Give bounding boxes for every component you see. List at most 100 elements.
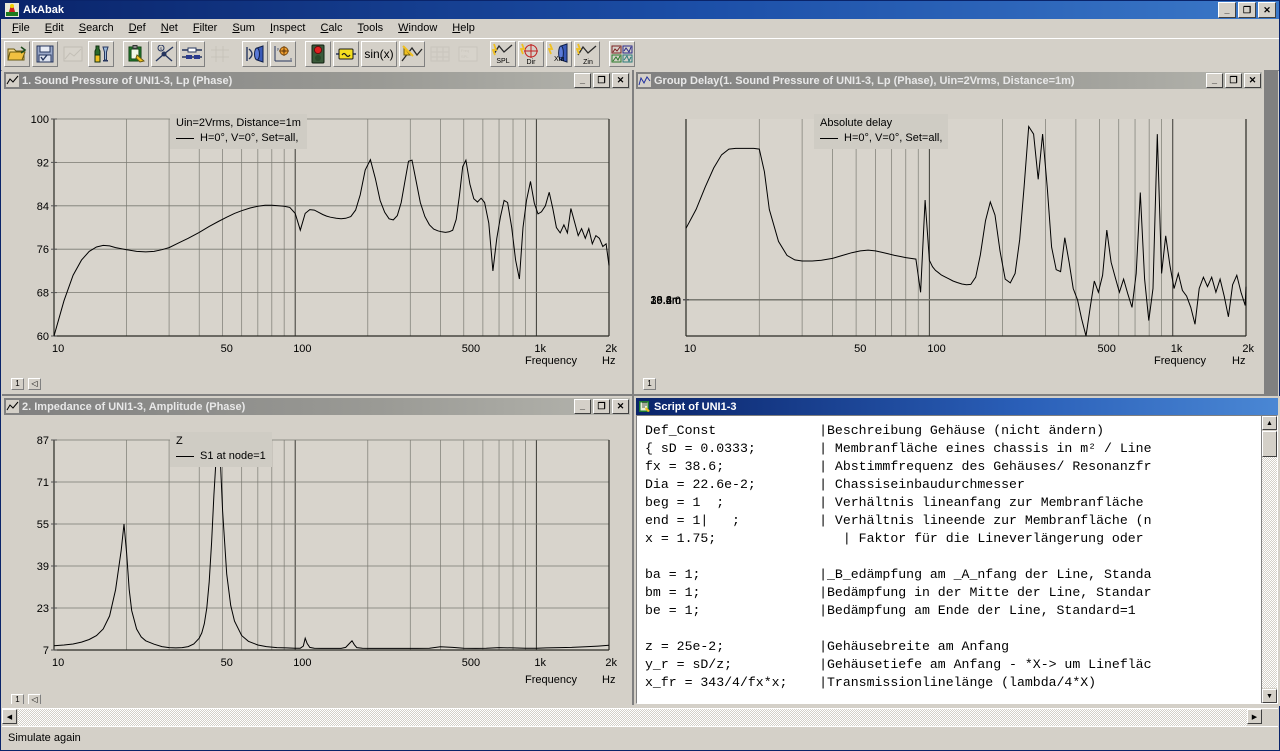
dir-button[interactable]: Dir — [518, 41, 544, 67]
schematic-button — [207, 41, 233, 67]
open-file-button[interactable] — [4, 41, 30, 67]
menu-item-edit[interactable]: Edit — [38, 21, 71, 35]
window-group-delay-titlebar[interactable]: Group Delay(1. Sound Pressure of UNI1-3,… — [636, 72, 1262, 89]
window-minimize-button[interactable]: _ — [574, 399, 591, 414]
app-title: AkAbak — [23, 4, 1218, 16]
network-button[interactable]: S — [151, 41, 177, 67]
filter-button[interactable] — [333, 41, 359, 67]
svg-text:S: S — [160, 46, 163, 51]
four-charts-icon — [611, 45, 633, 63]
table-plot-icon: FreqSPL — [458, 46, 478, 62]
script-editor[interactable]: Def_Const |Beschreibung Gehäuse (nicht ä… — [636, 415, 1278, 704]
spl-plot-canvas[interactable]: 606876849210010501005001k2k — [4, 89, 630, 392]
minimize-button[interactable]: _ — [1218, 2, 1236, 18]
open-folder-icon — [7, 45, 27, 63]
svg-text:87: 87 — [37, 435, 49, 447]
menu-item-sum[interactable]: Sum — [225, 21, 262, 35]
menu-item-def[interactable]: Def — [122, 21, 153, 35]
enclosure-button[interactable]: yx — [270, 41, 296, 67]
window-script-titlebar[interactable]: Script of UNI1-3 — [636, 398, 1278, 415]
curve-index-button[interactable]: 1 — [11, 378, 24, 390]
akabak-main-window: AkAbak _ ❐ ✕ FileEditSearchDefNetFilterS… — [0, 0, 1280, 751]
window-impedance-titlebar[interactable]: 2. Impedance of UNI1-3, Amplitude (Phase… — [4, 398, 630, 415]
window-sound-pressure[interactable]: 1. Sound Pressure of UNI1-3, Lp (Phase) … — [2, 70, 632, 394]
close-button[interactable]: ✕ — [1258, 2, 1276, 18]
script-vertical-scrollbar[interactable]: ▲ ▼ — [1261, 416, 1277, 703]
window-maximize-button[interactable]: ❐ — [1225, 73, 1242, 88]
scroll-up-arrow[interactable]: ▲ — [1262, 416, 1277, 430]
svg-text:1k: 1k — [1171, 343, 1183, 355]
svg-text:71: 71 — [37, 477, 49, 489]
simulate-button[interactable] — [305, 41, 331, 67]
circuit-button[interactable] — [179, 41, 205, 67]
window-group-delay-body: s 09.6m19.2m28.8m38.4m10501005001k2k Abs… — [636, 89, 1262, 392]
measure-button[interactable] — [88, 41, 114, 67]
toolbar-separator — [297, 41, 304, 67]
toolbar-separator — [601, 41, 608, 67]
toolbar-separator — [115, 41, 122, 67]
yellow-chip-icon — [336, 47, 356, 61]
window-minimize-button[interactable]: _ — [1206, 73, 1223, 88]
restore-button[interactable]: ❐ — [1238, 2, 1256, 18]
curve-index-button[interactable]: 1 — [643, 378, 656, 390]
group-delay-plot-canvas[interactable]: 09.6m19.2m28.8m38.4m10501005001k2k — [636, 89, 1262, 392]
svg-text:x: x — [290, 56, 292, 61]
svg-text:10: 10 — [684, 343, 696, 355]
scroll-thumb[interactable] — [1262, 431, 1277, 457]
save-file-button[interactable] — [32, 41, 58, 67]
script-button[interactable] — [123, 41, 149, 67]
zin-button[interactable]: Zin — [574, 41, 600, 67]
menu-item-filter[interactable]: Filter — [186, 21, 224, 35]
menu-item-file[interactable]: File — [5, 21, 37, 35]
menu-item-window[interactable]: Window — [391, 21, 444, 35]
tile-windows-button[interactable] — [609, 41, 635, 67]
window-maximize-button[interactable]: ❐ — [593, 399, 610, 414]
window-sound-pressure-buttons: _ ❐ ✕ — [574, 73, 629, 88]
svg-text:55: 55 — [37, 519, 49, 531]
group-delay-graph[interactable]: s 09.6m19.2m28.8m38.4m10501005001k2k Abs… — [636, 89, 1262, 392]
curve-index-button[interactable]: 1 — [11, 694, 24, 704]
scroll-down-arrow[interactable]: ▼ — [1262, 689, 1277, 703]
window-sound-pressure-body: dB 606876849210010501005001k2k Uin=2Vrms… — [4, 89, 630, 392]
hscroll-left-arrow[interactable]: ◀ — [2, 709, 17, 724]
impedance-plot-canvas[interactable]: 7233955718710501005001k2k — [4, 415, 630, 704]
window-close-button[interactable]: ✕ — [612, 73, 629, 88]
spl-button[interactable]: SPL — [490, 41, 516, 67]
menu-item-search[interactable]: Search — [72, 21, 121, 35]
scroll-track[interactable] — [1262, 431, 1277, 688]
impedance-legend-header: Z — [176, 434, 266, 449]
driver-button[interactable] — [242, 41, 268, 67]
menu-item-net[interactable]: Net — [154, 21, 185, 35]
xm-button[interactable]: Xm — [546, 41, 572, 67]
spl-legend: Uin=2Vrms, Distance=1m H=0°, V=0°, Set=a… — [170, 114, 307, 149]
impedance-icon: Zin — [576, 43, 598, 65]
script-window-icon — [638, 400, 651, 413]
plot-curve-button[interactable] — [399, 41, 425, 67]
script-code-text[interactable]: Def_Const |Beschreibung Gehäuse (nicht ä… — [645, 422, 1261, 692]
menu-item-calc[interactable]: Calc — [313, 21, 349, 35]
window-maximize-button[interactable]: ❐ — [593, 73, 610, 88]
menu-item-help[interactable]: Help — [445, 21, 482, 35]
spl-graph[interactable]: dB 606876849210010501005001k2k Uin=2Vrms… — [4, 89, 630, 392]
window-close-button[interactable]: ✕ — [1244, 73, 1261, 88]
group-delay-x-axis-label: Frequency — [1154, 355, 1206, 367]
impedance-graph[interactable]: ohm 7233955718710501005001k2k Z S1 at no… — [4, 415, 630, 704]
window-minimize-button[interactable]: _ — [574, 73, 591, 88]
menu-item-inspect[interactable]: Inspect — [263, 21, 312, 35]
sine-button[interactable]: sin(x) — [361, 41, 397, 67]
svg-text:Dir: Dir — [527, 59, 537, 65]
window-sound-pressure-title: 1. Sound Pressure of UNI1-3, Lp (Phase) — [22, 75, 574, 87]
window-script[interactable]: Script of UNI1-3 Def_Const |Beschreibung… — [634, 396, 1280, 706]
menu-item-tools[interactable]: Tools — [350, 21, 390, 35]
window-sound-pressure-titlebar[interactable]: 1. Sound Pressure of UNI1-3, Lp (Phase) … — [4, 72, 630, 89]
group-delay-legend: Absolute delay H=0°, V=0°, Set=all, — [814, 114, 948, 149]
hscroll-right-arrow[interactable]: ▶ — [1247, 709, 1262, 724]
window-close-button[interactable]: ✕ — [612, 399, 629, 414]
window-group-delay[interactable]: Group Delay(1. Sound Pressure of UNI1-3,… — [634, 70, 1264, 394]
hscroll-track[interactable] — [18, 709, 1247, 726]
svg-text:2k: 2k — [605, 343, 617, 355]
cursor-tool-button[interactable]: ◁ — [28, 378, 41, 390]
mdi-horizontal-scrollbar[interactable]: ◀ ▶ — [2, 708, 1278, 726]
cursor-tool-button[interactable]: ◁ — [28, 694, 41, 704]
window-impedance[interactable]: 2. Impedance of UNI1-3, Amplitude (Phase… — [2, 396, 632, 706]
